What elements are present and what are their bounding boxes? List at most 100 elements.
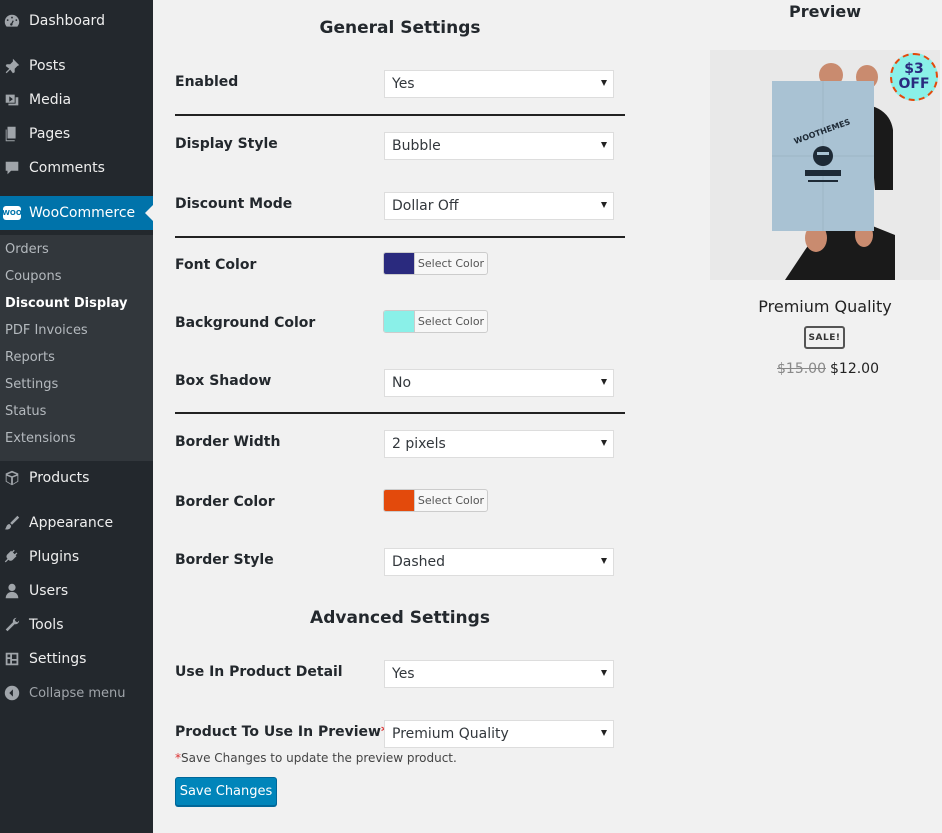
border-style-label: Border Style — [175, 552, 274, 568]
admin-sidebar: Dashboard Posts Media Pages Comments WOO… — [0, 0, 153, 833]
menu-products[interactable]: Products — [0, 461, 153, 495]
sale-badge: SALE! — [804, 326, 845, 349]
menu-tools-label: Tools — [29, 617, 64, 633]
background-color-label: Background Color — [175, 315, 316, 331]
woocommerce-icon: WOO — [2, 203, 22, 223]
discount-mode-value: Dollar Off — [392, 198, 459, 214]
section-divider — [175, 114, 625, 116]
background-color-picker[interactable]: Select Color — [383, 310, 488, 333]
font-color-button-label: Select Color — [417, 257, 485, 270]
menu-tools[interactable]: Tools — [0, 608, 153, 642]
submenu-orders[interactable]: Orders — [5, 242, 49, 257]
collapse-arrow-icon — [2, 683, 22, 703]
product-to-preview-select[interactable]: Premium Quality — [384, 720, 614, 748]
font-color-label: Font Color — [175, 257, 257, 273]
product-title[interactable]: Premium Quality — [710, 297, 940, 316]
box-shadow-value: No — [392, 375, 412, 391]
display-style-value: Bubble — [392, 138, 441, 154]
menu-comments-label: Comments — [29, 160, 105, 176]
submenu-discount-display[interactable]: Discount Display — [5, 296, 127, 311]
wrench-icon — [2, 615, 22, 635]
enabled-label: Enabled — [175, 74, 239, 90]
menu-dashboard-label: Dashboard — [29, 13, 105, 29]
dashboard-icon — [2, 11, 22, 31]
save-changes-button[interactable]: Save Changes — [175, 777, 277, 806]
preview-heading: Preview — [788, 2, 861, 21]
discount-mode-label: Discount Mode — [175, 196, 293, 212]
box-shadow-label: Box Shadow — [175, 373, 272, 389]
submenu-coupons[interactable]: Coupons — [5, 269, 62, 284]
border-width-label: Border Width — [175, 434, 281, 450]
enabled-select[interactable]: Yes — [384, 70, 614, 98]
font-color-picker[interactable]: Select Color — [383, 252, 488, 275]
menu-settings-label: Settings — [29, 651, 87, 667]
use-in-product-detail-label: Use In Product Detail — [175, 664, 343, 680]
background-color-button-label: Select Color — [417, 315, 485, 328]
menu-pages-label: Pages — [29, 126, 71, 142]
menu-users[interactable]: Users — [0, 574, 153, 608]
bubble-off-text: OFF — [898, 76, 930, 92]
sale-price: $12.00 — [830, 361, 879, 377]
menu-pages[interactable]: Pages — [0, 117, 153, 151]
dropdown-caret-icon — [601, 730, 607, 736]
enabled-value: Yes — [392, 76, 415, 92]
woocommerce-submenu: Orders Coupons Discount Display PDF Invo… — [0, 235, 153, 461]
dropdown-caret-icon — [601, 670, 607, 676]
submenu-pdf-invoices[interactable]: PDF Invoices — [5, 323, 88, 338]
settings-sliders-icon — [2, 649, 22, 669]
collapse-menu-button[interactable]: Collapse menu — [0, 676, 153, 710]
dropdown-caret-icon — [601, 440, 607, 446]
pin-icon — [2, 56, 22, 76]
border-width-select[interactable]: 2 pixels — [384, 430, 614, 458]
plug-icon — [2, 547, 22, 567]
paintbrush-icon — [2, 513, 22, 533]
menu-comments[interactable]: Comments — [0, 151, 153, 185]
border-width-value: 2 pixels — [392, 436, 446, 452]
products-box-icon — [2, 468, 22, 488]
discount-bubble-badge: $3 OFF — [890, 53, 938, 101]
menu-dashboard[interactable]: Dashboard — [0, 4, 153, 38]
background-color-swatch — [384, 311, 415, 332]
section-divider — [175, 236, 625, 238]
menu-media[interactable]: Media — [0, 83, 153, 117]
menu-posts-label: Posts — [29, 58, 66, 74]
active-menu-arrow — [145, 205, 153, 221]
product-to-preview-value: Premium Quality — [392, 726, 509, 742]
product-to-preview-label: Product To Use In Preview* — [175, 724, 388, 740]
dropdown-caret-icon — [601, 80, 607, 86]
menu-woocommerce[interactable]: WOO WooCommerce — [0, 196, 153, 230]
display-style-label: Display Style — [175, 136, 278, 152]
border-color-picker[interactable]: Select Color — [383, 489, 488, 512]
box-shadow-select[interactable]: No — [384, 369, 614, 397]
menu-woocommerce-label: WooCommerce — [29, 205, 136, 221]
dropdown-caret-icon — [601, 142, 607, 148]
menu-users-label: Users — [29, 583, 69, 599]
border-color-label: Border Color — [175, 494, 275, 510]
submenu-settings[interactable]: Settings — [5, 377, 58, 392]
submenu-reports[interactable]: Reports — [5, 350, 55, 365]
dropdown-caret-icon — [601, 558, 607, 564]
discount-mode-select[interactable]: Dollar Off — [384, 192, 614, 220]
use-in-product-detail-select[interactable]: Yes — [384, 660, 614, 688]
menu-appearance-label: Appearance — [29, 515, 114, 531]
menu-appearance[interactable]: Appearance — [0, 506, 153, 540]
media-icon — [2, 90, 22, 110]
submenu-status[interactable]: Status — [5, 404, 46, 419]
menu-plugins[interactable]: Plugins — [0, 540, 153, 574]
submenu-extensions[interactable]: Extensions — [5, 431, 76, 446]
border-color-button-label: Select Color — [417, 494, 485, 507]
section-divider — [175, 412, 625, 414]
advanced-settings-heading: Advanced Settings — [310, 608, 490, 628]
bubble-amount: $3 — [904, 61, 924, 77]
font-color-swatch — [384, 253, 415, 274]
display-style-select[interactable]: Bubble — [384, 132, 614, 160]
menu-products-label: Products — [29, 470, 90, 486]
border-style-select[interactable]: Dashed — [384, 548, 614, 576]
use-in-product-detail-value: Yes — [392, 666, 415, 682]
border-style-value: Dashed — [392, 554, 446, 570]
menu-plugins-label: Plugins — [29, 549, 80, 565]
collapse-menu-label: Collapse menu — [29, 685, 126, 701]
menu-settings[interactable]: Settings — [0, 642, 153, 676]
menu-media-label: Media — [29, 92, 72, 108]
menu-posts[interactable]: Posts — [0, 49, 153, 83]
